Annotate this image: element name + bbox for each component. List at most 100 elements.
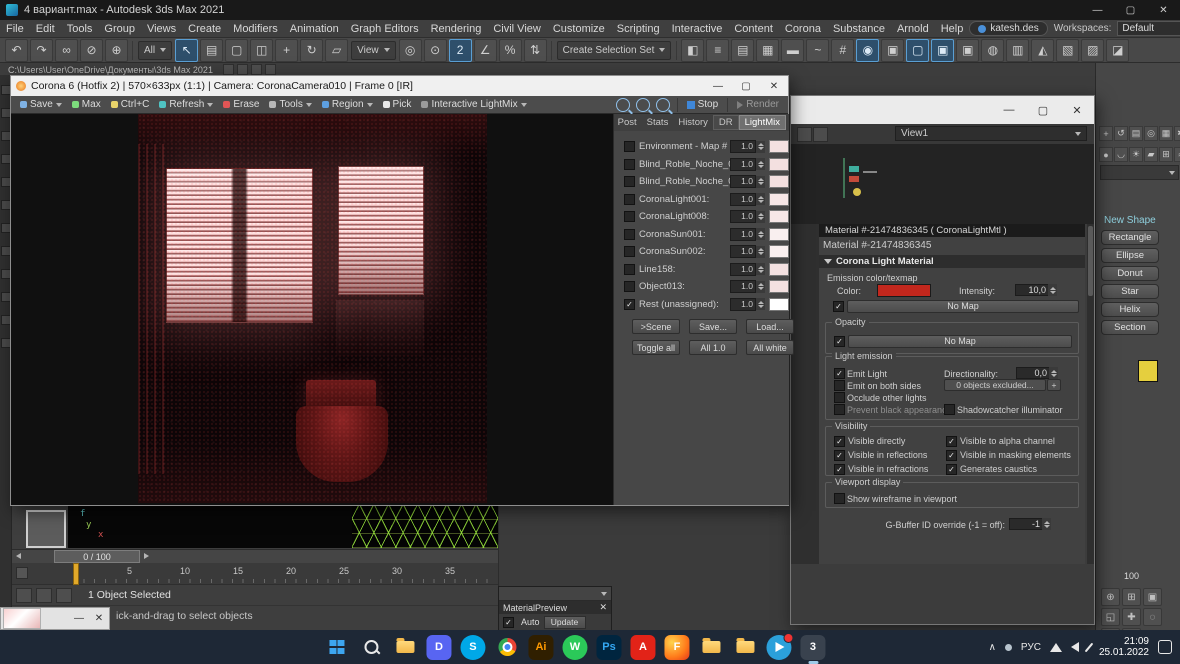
material-tool-icon[interactable]	[797, 127, 812, 142]
taskbar-explorer[interactable]	[392, 635, 417, 660]
auto-update-checkbox[interactable]: ✓	[503, 617, 514, 628]
workspace-dropdown[interactable]: Default	[1117, 21, 1180, 36]
menu-item[interactable]: Interactive	[666, 20, 729, 37]
key-filter-icon[interactable]	[16, 567, 28, 579]
corona-toolbar-button[interactable]: Refresh	[154, 97, 218, 113]
docked-tool-icon[interactable]	[1, 200, 11, 210]
material-preview-close-button[interactable]: ✕	[599, 602, 607, 613]
lightmix-row-spinner[interactable]	[756, 176, 765, 188]
emission-map-checkbox[interactable]: ✓	[833, 301, 844, 312]
curve-editor-icon[interactable]: ~	[806, 39, 829, 62]
isolate-selection-icon[interactable]	[16, 588, 32, 603]
intensity-spinner[interactable]	[1048, 284, 1057, 296]
helpers-icon[interactable]: ⊞	[1159, 147, 1173, 162]
corona-toolbar-button[interactable]: Erase	[218, 97, 264, 113]
opacity-map-button[interactable]: No Map	[848, 335, 1072, 348]
lightmix-row-swatch[interactable]	[769, 245, 789, 258]
zoom-in-icon[interactable]	[656, 98, 670, 112]
docked-tool-icon[interactable]	[1, 177, 11, 187]
lightmix-row-spinner[interactable]	[756, 141, 765, 153]
visibility-checkbox[interactable]: ✓	[834, 464, 845, 475]
lightmix-row-value[interactable]: 1.0	[730, 228, 756, 241]
emit-both-sides-checkbox[interactable]	[834, 380, 845, 391]
lightmix-row-value[interactable]: 1.0	[730, 280, 756, 293]
material-header[interactable]: Material #-21474836345 ( CoronaLightMtl …	[819, 224, 1085, 237]
scene-explorer-icon[interactable]: ▤	[731, 39, 754, 62]
docked-tool-icon[interactable]	[1, 85, 11, 95]
shape-tool-button[interactable]: Rectangle	[1101, 230, 1159, 245]
menu-item[interactable]: Arnold	[891, 20, 935, 37]
menu-item[interactable]: Graph Editors	[345, 20, 425, 37]
lightmix-row-swatch[interactable]	[769, 263, 789, 276]
orbit-icon[interactable]: ◌	[1143, 608, 1162, 626]
docked-tool-icon[interactable]	[1, 246, 11, 256]
emit-light-checkbox[interactable]: ✓	[834, 368, 845, 379]
lightmix-row-value[interactable]: 1.0	[730, 158, 756, 171]
lights-icon[interactable]: ☀	[1129, 147, 1143, 162]
menu-item[interactable]: Civil View	[487, 20, 546, 37]
material-editor-maximize-button[interactable]: ▢	[1026, 96, 1060, 124]
corona-toolbar-button[interactable]: Region	[317, 97, 378, 113]
lightmix-row-swatch[interactable]	[769, 210, 789, 223]
gbuffer-value[interactable]: -1	[1009, 518, 1043, 530]
corona-toolbar-button[interactable]: Ctrl+C	[106, 97, 155, 113]
lightmix-button[interactable]: Toggle all	[632, 340, 680, 355]
lightmix-row-checkbox[interactable]	[624, 141, 635, 152]
rendered-frame-window-icon[interactable]: ▢	[906, 39, 929, 62]
bind-to-space-warp-icon[interactable]: ⊕	[105, 39, 128, 62]
cameras-icon[interactable]: ▰	[1144, 147, 1158, 162]
corona-titlebar[interactable]: Corona 6 (Hotfix 2) | 570×633px (1:1) | …	[11, 76, 788, 96]
taskbar-illustrator[interactable]: Ai	[528, 635, 553, 660]
material-node-view[interactable]	[791, 144, 1094, 224]
lightmix-row-checkbox[interactable]: ✓	[624, 299, 635, 310]
wifi-icon[interactable]	[1050, 643, 1062, 652]
lightmix-row-swatch[interactable]	[769, 175, 789, 188]
menu-item[interactable]: Edit	[30, 20, 61, 37]
corona-toolbar-button[interactable]: Interactive LightMix	[416, 97, 531, 113]
docked-tool-icon[interactable]	[1, 315, 11, 325]
corona-tab[interactable]: DR	[713, 115, 739, 130]
corona-minimize-button[interactable]: —	[704, 76, 732, 96]
lightmix-row-value[interactable]: 1.0	[730, 175, 756, 188]
material-node[interactable]	[853, 188, 861, 196]
intensity-value[interactable]: 10,0	[1015, 284, 1049, 296]
zoom-fit-icon[interactable]	[616, 98, 630, 112]
directionality-value[interactable]: 0,0	[1016, 367, 1050, 379]
menu-item[interactable]: Customize	[547, 20, 611, 37]
zoom-region-icon[interactable]: ◱	[1101, 608, 1120, 626]
docked-tool-icon[interactable]	[1, 338, 11, 348]
use-pivot-point-icon[interactable]: ◎	[399, 39, 422, 62]
angle-snap-icon[interactable]: ∠	[474, 39, 497, 62]
lightmix-row-spinner[interactable]	[756, 281, 765, 293]
render-production-icon[interactable]: ▣	[931, 39, 954, 62]
corona-tab[interactable]: History	[673, 116, 713, 129]
modify-tab-icon[interactable]: ↺	[1114, 126, 1128, 141]
taskbar-photoshop[interactable]: Ps	[596, 635, 621, 660]
docked-tool-icon[interactable]	[1, 154, 11, 164]
objects-excluded-button[interactable]: 0 objects excluded...	[944, 379, 1046, 391]
mini-close-button[interactable]: ✕	[89, 613, 109, 624]
menu-item[interactable]: Substance	[827, 20, 891, 37]
docked-tool-icon[interactable]	[1, 269, 11, 279]
hierarchy-tab-icon[interactable]: ▤	[1129, 126, 1143, 141]
shape-tool-button[interactable]: Section	[1101, 320, 1159, 335]
menu-item[interactable]: Content	[728, 20, 779, 37]
lightmix-row-swatch[interactable]	[769, 298, 789, 311]
rectangular-selection-region-icon[interactable]: ▢	[225, 39, 248, 62]
parameters-scrollbar[interactable]	[1087, 224, 1094, 564]
corona-tab[interactable]: Post	[613, 116, 642, 129]
pen-icon[interactable]	[1085, 642, 1094, 652]
select-and-scale-icon[interactable]: ▱	[325, 39, 348, 62]
zoom-1to1-icon[interactable]	[636, 98, 650, 112]
lightmix-button[interactable]: All 1.0	[689, 340, 737, 355]
time-slider-thumb[interactable]: 0 / 100	[54, 550, 140, 563]
lightmix-row-swatch[interactable]	[769, 140, 789, 153]
menu-item[interactable]: Rendering	[425, 20, 488, 37]
opacity-map-checkbox[interactable]: ✓	[834, 336, 845, 347]
lightmix-row-spinner[interactable]	[756, 298, 765, 310]
lightmix-row-value[interactable]: 1.0	[730, 193, 756, 206]
stop-button[interactable]: Stop	[682, 97, 724, 113]
lightmix-row-value[interactable]: 1.0	[730, 140, 756, 153]
volume-icon[interactable]	[1071, 642, 1079, 652]
minimized-dialog[interactable]: — ✕	[0, 607, 110, 630]
